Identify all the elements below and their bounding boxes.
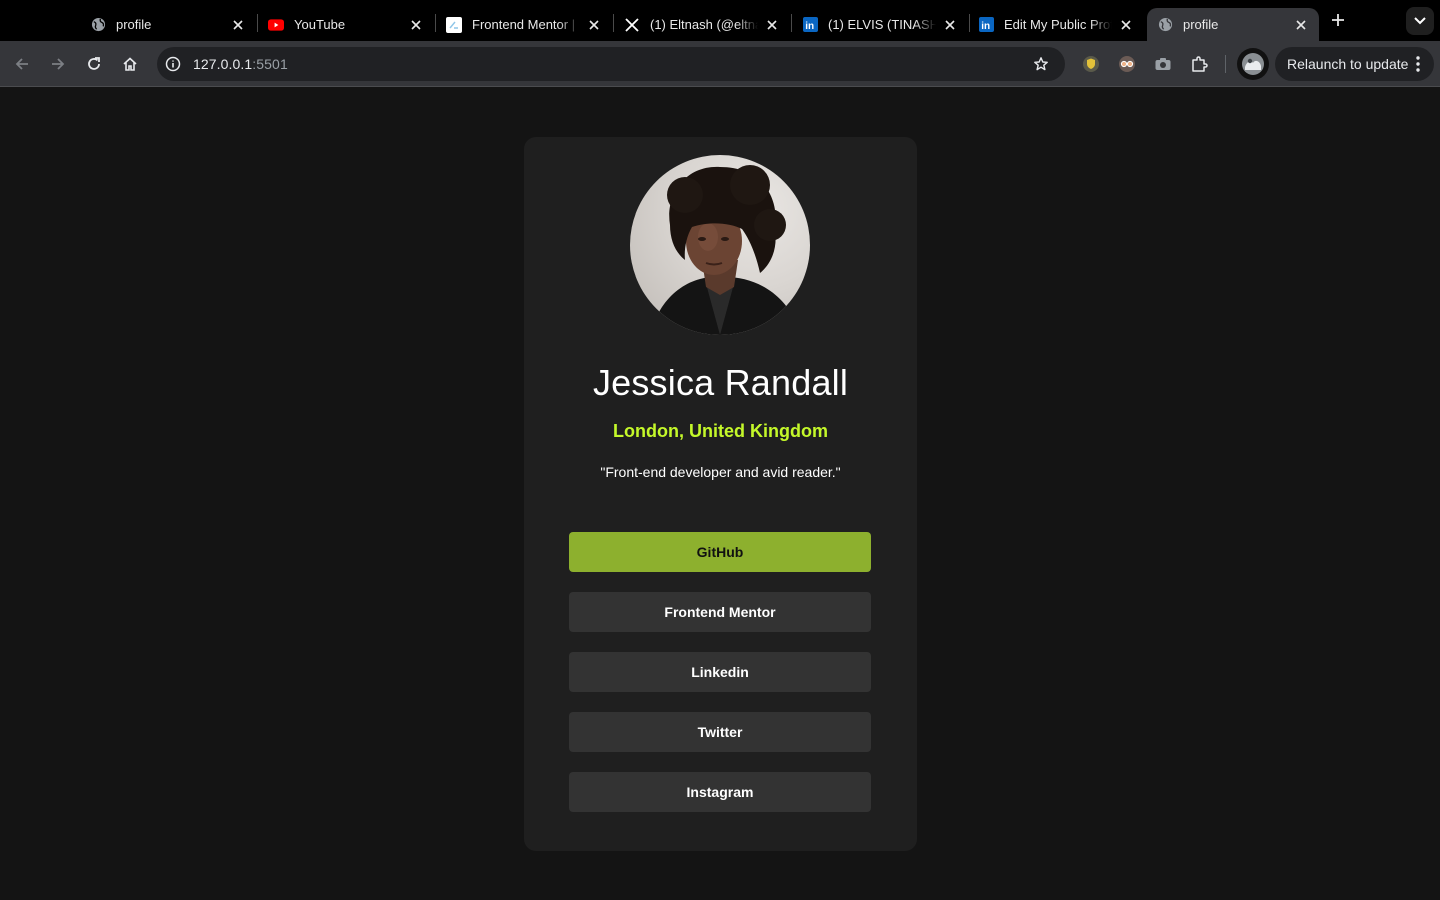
- browser-toolbar: 127.0.0.1:5501 Relaunch to update: [0, 41, 1440, 87]
- close-icon[interactable]: [586, 17, 602, 33]
- youtube-icon: [268, 17, 284, 33]
- profile-avatar[interactable]: [1237, 48, 1269, 80]
- instagram-link-button[interactable]: Instagram: [569, 772, 871, 812]
- close-icon[interactable]: [408, 17, 424, 33]
- tab-linkedin-edit[interactable]: in Edit My Public Profile: [968, 8, 1144, 41]
- tab-title: Edit My Public Profile: [1004, 17, 1112, 32]
- profile-photo: [630, 155, 810, 335]
- frontend-mentor-icon: [446, 16, 462, 33]
- more-vert-icon[interactable]: [1412, 55, 1424, 73]
- globe-icon: [1157, 17, 1173, 33]
- svg-text:in: in: [805, 21, 814, 32]
- camera-icon[interactable]: [1153, 54, 1173, 74]
- profile-card: Jessica Randall London, United Kingdom "…: [524, 137, 917, 851]
- home-button[interactable]: [119, 53, 141, 75]
- tab-linkedin-profile[interactable]: in (1) ELVIS (TINASHE): [792, 8, 968, 41]
- relaunch-label: Relaunch to update: [1287, 56, 1409, 72]
- reload-icon: [88, 57, 100, 70]
- extension-glasses-icon[interactable]: [1117, 54, 1137, 74]
- chevron-down-icon: [1414, 17, 1426, 25]
- profile-location: London, United Kingdom: [613, 421, 828, 441]
- github-link-button[interactable]: GitHub: [569, 532, 871, 572]
- address-bar[interactable]: 127.0.0.1:5501: [157, 47, 1065, 81]
- linkedin-link-button[interactable]: Linkedin: [569, 652, 871, 692]
- close-icon[interactable]: [1293, 17, 1309, 33]
- url-host: 127.0.0.1: [193, 56, 253, 72]
- url-port: :5501: [252, 56, 288, 72]
- close-icon[interactable]: [230, 17, 246, 33]
- extensions-puzzle-icon[interactable]: [1189, 54, 1209, 74]
- tab-youtube[interactable]: YouTube: [258, 8, 434, 41]
- arrow-left-icon: [15, 58, 28, 70]
- plus-icon: [1332, 14, 1344, 26]
- back-button[interactable]: [11, 53, 33, 75]
- tab-title: Frontend Mentor | Front: [472, 17, 580, 32]
- tab-title: profile: [116, 17, 152, 32]
- tab-x[interactable]: (1) Eltnash (@eltnash): [614, 8, 790, 41]
- new-tab-button[interactable]: [1328, 10, 1348, 30]
- svg-text:in: in: [981, 21, 990, 32]
- forward-button[interactable]: [47, 53, 69, 75]
- close-icon[interactable]: [1118, 17, 1134, 33]
- profile-name: Jessica Randall: [592, 362, 849, 403]
- reload-button[interactable]: [83, 53, 105, 75]
- relaunch-update-button[interactable]: Relaunch to update: [1275, 47, 1434, 81]
- x-icon: [624, 17, 640, 33]
- tab-title: YouTube: [294, 17, 346, 32]
- profile-bio: "Front-end developer and avid reader.": [600, 464, 841, 480]
- tab-title: (1) ELVIS (TINASHE): [828, 17, 936, 32]
- tab-strip: profile YouTube Frontend Mentor | Front …: [0, 0, 1440, 41]
- tab-frontend-mentor[interactable]: Frontend Mentor | Front: [436, 8, 612, 41]
- info-icon[interactable]: [163, 54, 183, 74]
- frontend-mentor-link-button[interactable]: Frontend Mentor: [569, 592, 871, 632]
- close-icon[interactable]: [764, 17, 780, 33]
- close-icon[interactable]: [942, 17, 958, 33]
- globe-icon: [90, 17, 106, 33]
- page-viewport: Jessica Randall London, United Kingdom "…: [0, 88, 1440, 900]
- tab-title: profile: [1183, 17, 1219, 32]
- linkedin-icon: in: [978, 17, 994, 33]
- linkedin-icon: in: [802, 17, 818, 33]
- bookmark-star-icon[interactable]: [1031, 54, 1051, 74]
- twitter-link-button[interactable]: Twitter: [569, 712, 871, 752]
- extension-shield-icon[interactable]: [1081, 54, 1101, 74]
- tab-search-button[interactable]: [1406, 7, 1434, 35]
- avatar-icon: [1242, 53, 1264, 75]
- home-icon: [123, 57, 137, 71]
- toolbar-divider: [1225, 55, 1226, 73]
- url-text: 127.0.0.1:5501: [193, 56, 288, 72]
- tab-profile-active[interactable]: profile: [1147, 8, 1319, 41]
- tab-profile-1[interactable]: profile: [80, 8, 256, 41]
- tab-title: (1) Eltnash (@eltnash): [650, 17, 758, 32]
- social-links: GitHub Frontend Mentor Linkedin Twitter …: [569, 532, 871, 832]
- arrow-right-icon: [52, 58, 65, 70]
